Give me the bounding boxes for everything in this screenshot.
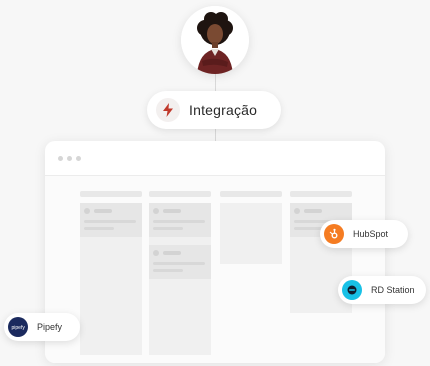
- kanban-column: [80, 191, 142, 355]
- person-avatar-icon: [181, 6, 249, 74]
- window-titlebar: [45, 141, 385, 176]
- kanban-card[interactable]: [149, 203, 211, 237]
- rd-station-label: RD Station: [371, 285, 415, 295]
- column-body: [149, 203, 211, 355]
- pipefy-label: Pipefy: [37, 322, 63, 332]
- column-body: [220, 203, 282, 264]
- rd-station-chip[interactable]: RD Station: [338, 276, 426, 304]
- column-header: [149, 191, 211, 197]
- hubspot-label: HubSpot: [353, 229, 389, 239]
- integration-pill[interactable]: Integração: [147, 91, 281, 129]
- column-header: [80, 191, 142, 197]
- column-header: [220, 191, 282, 197]
- pipefy-chip[interactable]: pipefy Pipefy: [4, 313, 80, 341]
- window-control-dot[interactable]: [58, 155, 63, 161]
- connector-line: [215, 74, 216, 91]
- hubspot-logo-icon: [324, 224, 344, 244]
- window-control-dot[interactable]: [67, 155, 72, 161]
- user-avatar: [181, 6, 249, 74]
- hubspot-chip[interactable]: HubSpot: [320, 220, 408, 248]
- column-header: [290, 191, 352, 197]
- kanban-column: [220, 191, 282, 264]
- column-body: [80, 203, 142, 355]
- window-control-dot[interactable]: [76, 155, 81, 161]
- rd-station-logo-icon: [342, 280, 362, 300]
- kanban-card[interactable]: [80, 203, 142, 237]
- kanban-board: [45, 176, 385, 363]
- kanban-column: [149, 191, 211, 355]
- kanban-card[interactable]: [149, 245, 211, 279]
- integration-label: Integração: [189, 102, 258, 118]
- lightning-bolt-icon: [156, 98, 180, 122]
- svg-text:pipefy: pipefy: [12, 325, 26, 331]
- app-window: [45, 141, 385, 363]
- connector-line: [215, 129, 216, 141]
- pipefy-logo-icon: pipefy: [8, 317, 28, 337]
